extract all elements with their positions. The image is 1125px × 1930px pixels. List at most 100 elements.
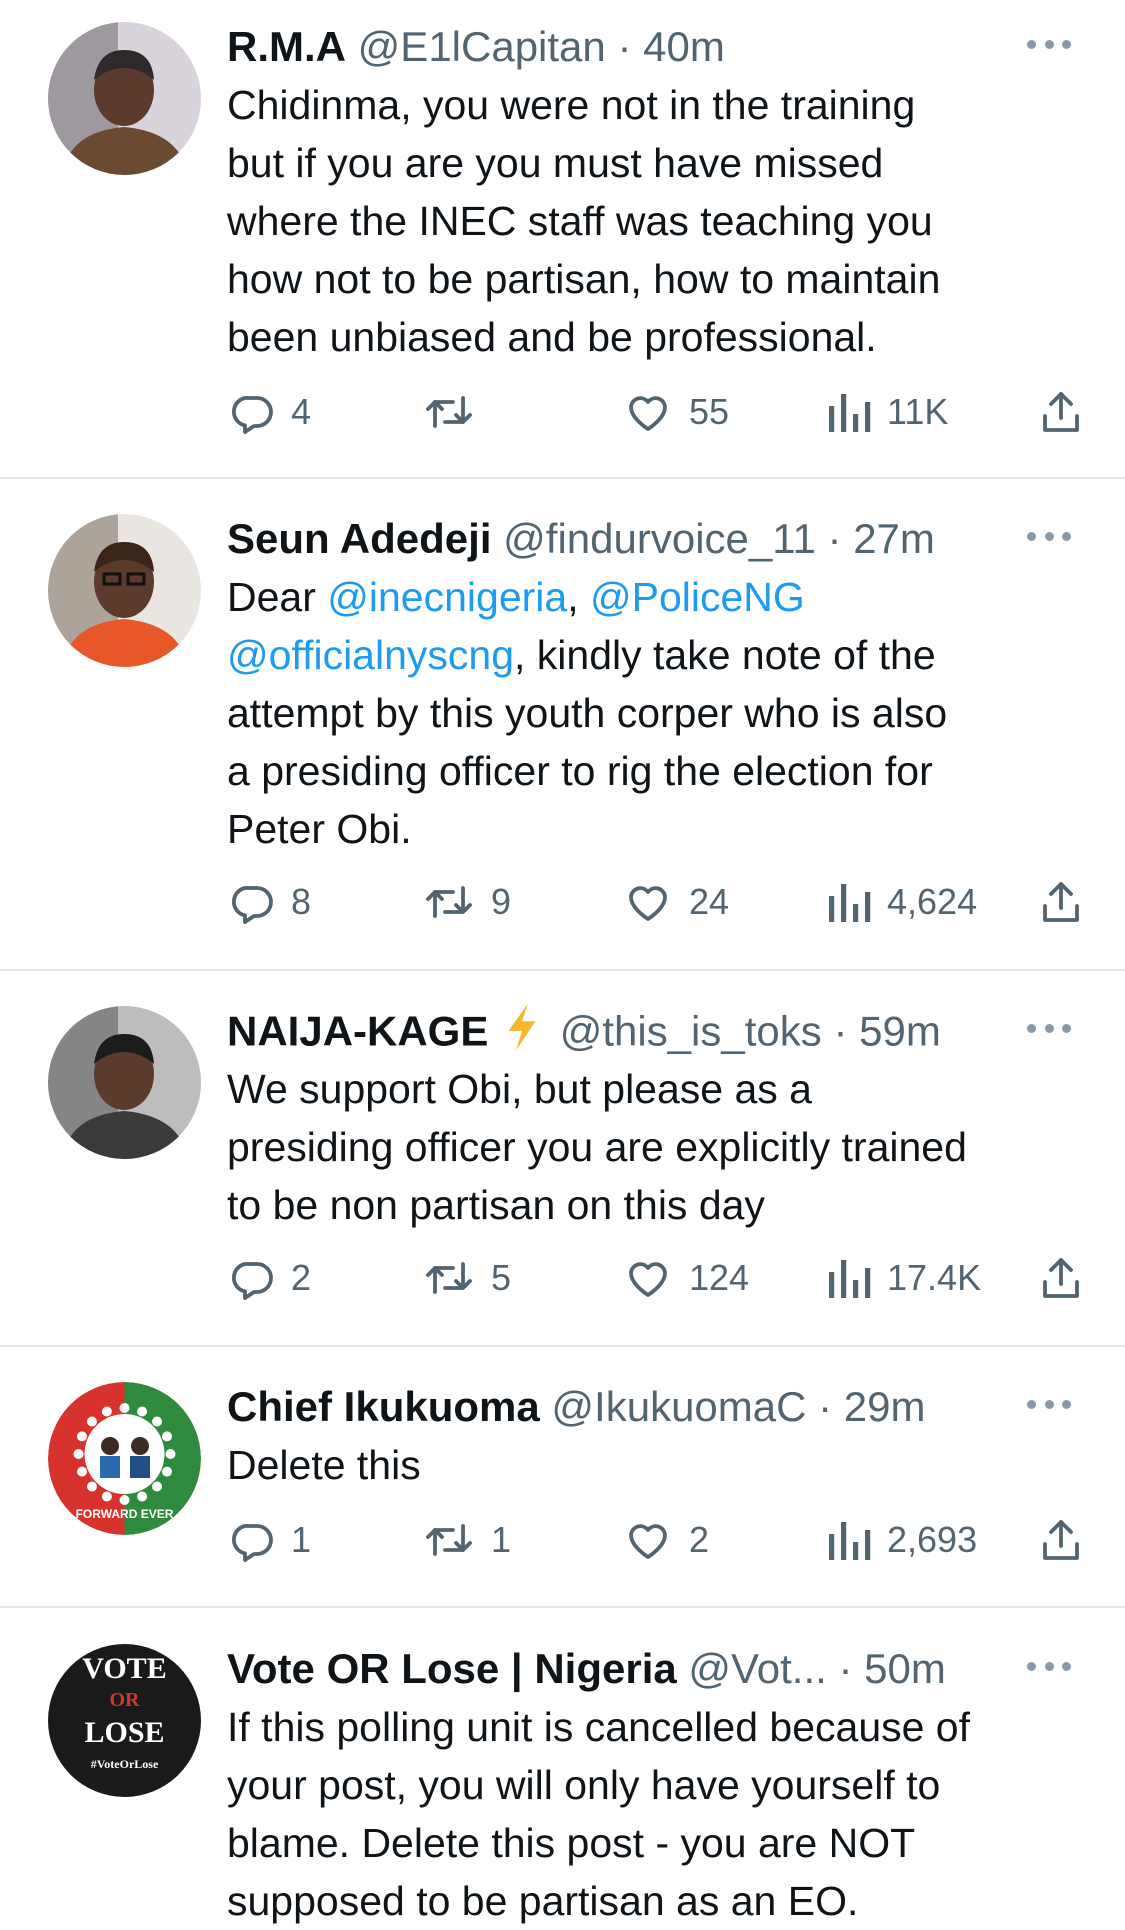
analytics-icon <box>827 388 871 436</box>
more-options-icon[interactable] <box>1027 1662 1071 1674</box>
views-count: 17.4K <box>887 1257 982 1298</box>
user-handle[interactable]: @findurvoice_11 <box>503 515 816 562</box>
tweet-timestamp[interactable]: 59m <box>859 1008 941 1055</box>
avatar[interactable] <box>48 22 201 175</box>
tweet-timestamp[interactable]: 40m <box>643 23 725 70</box>
tweet-timestamp[interactable]: 50m <box>864 1645 946 1692</box>
reply-button[interactable]: 8 <box>227 872 311 932</box>
reply-button[interactable]: 2 <box>227 1248 311 1308</box>
share-button[interactable] <box>1037 1248 1085 1308</box>
share-icon <box>1037 878 1085 926</box>
tweet-timestamp[interactable]: 27m <box>853 515 935 562</box>
avatar[interactable] <box>48 514 201 667</box>
reply-icon <box>227 388 275 436</box>
like-button[interactable]: 55 <box>623 382 729 442</box>
tweet-header: Vote OR Lose | Nigeria @Vot... · 50m <box>227 1640 1101 1698</box>
retweet-icon <box>423 1254 475 1302</box>
likes-count: 55 <box>689 391 730 432</box>
analytics-icon <box>827 878 871 926</box>
views-count: 11K <box>887 391 949 432</box>
display-name[interactable]: Vote OR Lose | Nigeria <box>227 1645 677 1692</box>
mention-link[interactable]: @inecnigeria <box>327 574 567 620</box>
views-count: 2,693 <box>887 1519 978 1560</box>
more-options-icon[interactable] <box>1027 532 1071 544</box>
avatar-caption: FORWARD EVER <box>76 1507 174 1521</box>
more-options-icon[interactable] <box>1027 1400 1071 1412</box>
tweet-text: If this polling unit is cancelled becaus… <box>227 1704 971 1924</box>
like-button[interactable]: 24 <box>623 872 729 932</box>
tweet-header: Chief Ikukuoma @IkukuomaC · 29m <box>227 1378 1101 1436</box>
user-handle[interactable]: @this_is_toks <box>560 1008 822 1055</box>
retweets-count: 5 <box>491 1257 512 1298</box>
avatar[interactable] <box>48 1006 201 1159</box>
reply-icon <box>227 878 275 926</box>
more-options-icon[interactable] <box>1027 40 1071 52</box>
retweets-count: 1 <box>491 1519 512 1560</box>
separator-dot: · <box>815 515 854 562</box>
heart-icon <box>623 878 673 926</box>
reply-button[interactable]: 1 <box>227 1510 311 1570</box>
likes-count: 24 <box>689 881 730 922</box>
retweet-icon <box>423 878 475 926</box>
retweet-icon <box>423 1516 475 1564</box>
tweet-divider <box>0 1606 1125 1608</box>
share-button[interactable] <box>1037 872 1085 932</box>
share-button[interactable] <box>1037 1510 1085 1570</box>
views-button[interactable]: 17.4K <box>827 1248 981 1308</box>
avatar[interactable]: VOTE OR LOSE #VoteOrLose <box>48 1644 201 1797</box>
avatar-logo-text: #VoteOrLose <box>91 1757 159 1771</box>
reply-icon <box>227 1516 275 1564</box>
share-icon <box>1037 1516 1085 1564</box>
retweet-button[interactable]: 1 <box>423 1510 511 1570</box>
replies-count: 8 <box>291 881 312 922</box>
separator-dot: · <box>826 1645 865 1692</box>
display-name[interactable]: R.M.A <box>227 23 346 70</box>
avatar[interactable]: FORWARD EVER <box>48 1382 201 1535</box>
user-handle[interactable]: @E1lCapitan <box>358 23 606 70</box>
tweet[interactable]: Vote OR Lose | Nigeria @Vot... · 50m If t… <box>227 1640 1101 1930</box>
like-button[interactable]: 124 <box>623 1248 749 1308</box>
retweet-button[interactable]: 9 <box>423 872 511 932</box>
analytics-icon <box>827 1516 871 1564</box>
lightning-emoji-icon <box>502 1002 542 1067</box>
tweet[interactable]: Seun Adedeji @findurvoice_11 · 27m Dear @… <box>227 510 1101 924</box>
display-name[interactable]: Chief Ikukuoma <box>227 1383 540 1430</box>
mention-link[interactable]: @PoliceNG <box>590 574 805 620</box>
reply-button[interactable]: 4 <box>227 382 311 442</box>
retweets-count: 9 <box>491 881 512 922</box>
views-button[interactable]: 11K <box>827 382 948 442</box>
avatar-image <box>48 22 201 175</box>
avatar-image <box>48 514 201 667</box>
share-button[interactable] <box>1037 382 1085 442</box>
tweet-actions: 2 5 124 17.4K <box>227 1248 1101 1308</box>
tweet[interactable]: NAIJA-KAGE @this_is_toks · 59m We support… <box>227 1002 1101 1300</box>
tweet-divider <box>0 1345 1125 1347</box>
retweet-button[interactable]: 5 <box>423 1248 511 1308</box>
tweet-actions: 8 9 24 4,624 <box>227 872 1101 932</box>
likes-count: 124 <box>689 1257 750 1298</box>
display-name[interactable]: Seun Adedeji <box>227 515 492 562</box>
tweet-timestamp[interactable]: 29m <box>844 1383 926 1430</box>
tweet-feed: R.M.A @E1lCapitan · 40m Chidinma, you wer… <box>0 0 1125 1924</box>
heart-icon <box>623 1254 673 1302</box>
like-button[interactable]: 2 <box>623 1510 709 1570</box>
tweet-text: Delete this <box>227 1442 421 1488</box>
tweet-text: Chidinma, you were not in the training b… <box>227 82 941 360</box>
tweet[interactable]: Chief Ikukuoma @IkukuomaC · 29m Delete th… <box>227 1378 1101 1562</box>
tweet-divider <box>0 969 1125 971</box>
user-handle[interactable]: @IkukuomaC <box>551 1383 806 1430</box>
retweet-button[interactable] <box>423 382 491 442</box>
tweet-actions: 4 55 11K <box>227 382 1101 442</box>
user-handle[interactable]: @Vot... <box>688 1645 826 1692</box>
views-count: 4,624 <box>887 881 978 922</box>
avatar-image <box>48 1006 201 1159</box>
replies-count: 4 <box>291 391 312 432</box>
tweet-divider <box>0 477 1125 479</box>
tweet-actions: 1 1 2 2,693 <box>227 1510 1101 1570</box>
tweet[interactable]: R.M.A @E1lCapitan · 40m Chidinma, you wer… <box>227 18 1101 434</box>
views-button[interactable]: 2,693 <box>827 1510 977 1570</box>
more-options-icon[interactable] <box>1027 1024 1071 1036</box>
mention-link[interactable]: @officialnyscng <box>227 632 514 678</box>
views-button[interactable]: 4,624 <box>827 872 977 932</box>
display-name[interactable]: NAIJA-KAGE <box>227 1008 488 1055</box>
